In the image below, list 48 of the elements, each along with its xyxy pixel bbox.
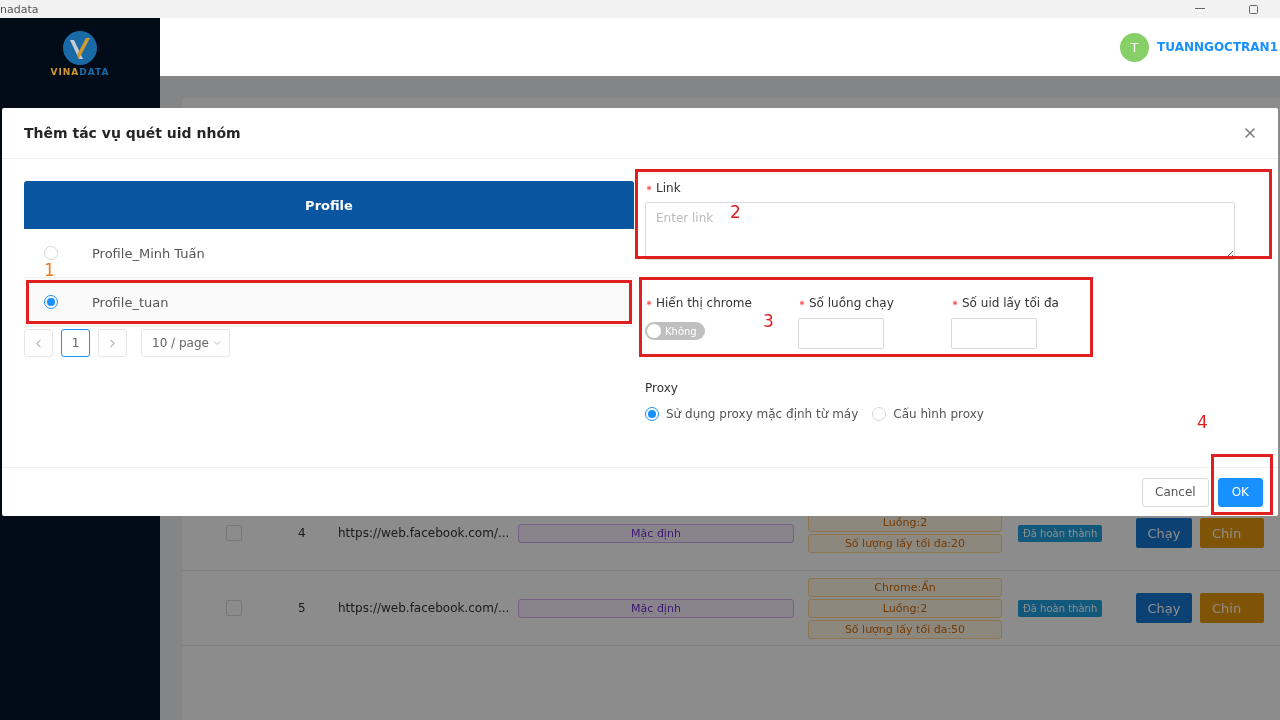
link-cell-text: https://web.facebook.com/... bbox=[338, 601, 511, 615]
field-label: Số uid lấy tối đa bbox=[962, 296, 1059, 310]
number-field[interactable] bbox=[951, 318, 1037, 349]
step-number: 2 bbox=[730, 204, 741, 221]
dialog-title: Thêm tác vụ quét uid nhóm bbox=[24, 125, 241, 141]
status-tag: Đã hoàn thành bbox=[1018, 524, 1103, 542]
window-title: nadata bbox=[0, 2, 39, 16]
profile-name: Profile_Minh Tuấn bbox=[92, 245, 205, 261]
page-button[interactable]: 1 bbox=[61, 329, 90, 357]
field-label: Link bbox=[656, 181, 681, 195]
option-label[interactable]: Sử dụng proxy mặc định từ máy bbox=[666, 407, 859, 421]
next-page-button[interactable] bbox=[98, 329, 127, 357]
field-label: Hiển thị chrome bbox=[656, 296, 752, 310]
user-avatar[interactable]: T bbox=[1120, 32, 1150, 62]
run-button[interactable]: Chạy bbox=[1136, 518, 1192, 548]
link-cell-text: https://web.facebook.com/... bbox=[338, 526, 511, 540]
step-number: 3 bbox=[763, 313, 774, 330]
user-name[interactable]: TUANNGOCTRAN1 bbox=[1157, 40, 1278, 54]
setting-tag: Luồng:2 bbox=[808, 598, 1002, 618]
step-number: 4 bbox=[1197, 414, 1208, 431]
setting-tag: Số lượng lấy tối đa:50 bbox=[808, 619, 1002, 639]
option-label[interactable]: Cấu hình proxy bbox=[893, 407, 984, 421]
profile-name: Profile_tuan bbox=[92, 294, 169, 310]
logo-text: VINA DATA bbox=[50, 67, 110, 77]
field-label: Proxy bbox=[645, 381, 679, 395]
setting-tag: Chrome:Ẩn bbox=[808, 577, 1002, 597]
table-cell-text: 5 bbox=[298, 601, 307, 615]
ok-button[interactable]: OK bbox=[1217, 477, 1263, 507]
setting-tag: Số lượng lấy tối đa:20 bbox=[808, 534, 1002, 553]
field-label: Số luồng chạy bbox=[809, 296, 894, 310]
maximize-icon[interactable] bbox=[1249, 4, 1258, 14]
step-number: 1 bbox=[44, 262, 55, 279]
table-cell-text: 4 bbox=[298, 526, 307, 540]
page-size-select[interactable]: 10 / page bbox=[141, 329, 230, 357]
chrome-switch[interactable]: Không bbox=[645, 322, 705, 340]
type-tag: Mặc định bbox=[518, 598, 794, 618]
minimize-icon[interactable] bbox=[1195, 8, 1205, 10]
logo-icon bbox=[62, 30, 98, 66]
edit-button[interactable]: Chỉn bbox=[1200, 518, 1264, 548]
status-tag: Đã hoàn thành bbox=[1018, 599, 1103, 617]
type-tag: Mặc định bbox=[518, 523, 794, 543]
previous-page-button[interactable] bbox=[24, 329, 53, 357]
column-header: Profile bbox=[24, 181, 634, 229]
edit-button[interactable]: Chỉn bbox=[1200, 593, 1264, 623]
cancel-button[interactable]: Cancel bbox=[1142, 477, 1209, 507]
number-field[interactable] bbox=[798, 318, 884, 349]
run-button[interactable]: Chạy bbox=[1136, 593, 1192, 623]
callout-frame bbox=[1211, 454, 1273, 515]
